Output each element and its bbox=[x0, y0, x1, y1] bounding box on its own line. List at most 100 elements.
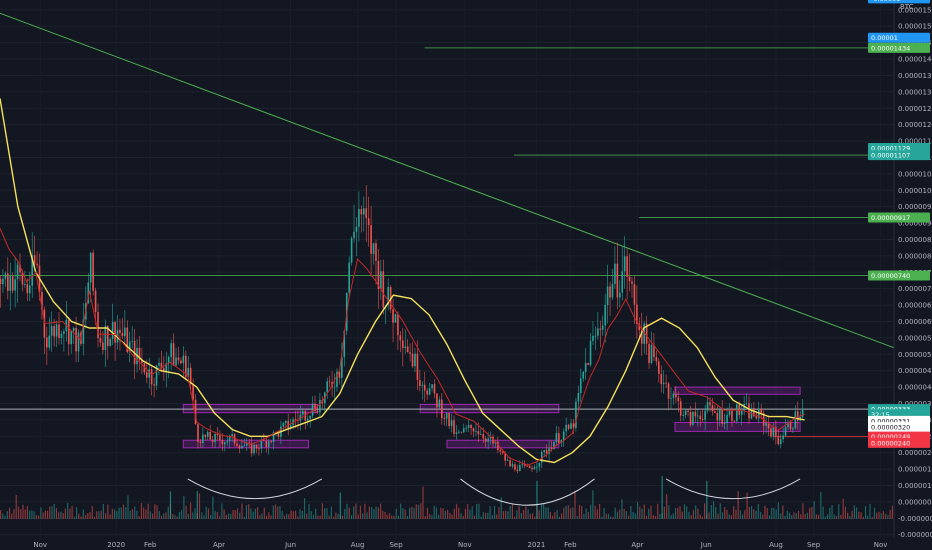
volume-bar bbox=[630, 506, 632, 519]
volume-bar bbox=[889, 509, 891, 519]
candle-body bbox=[282, 423, 285, 427]
volume-bar bbox=[308, 504, 310, 519]
volume-bar bbox=[543, 504, 545, 519]
candle-body bbox=[616, 263, 619, 298]
volume-bar bbox=[719, 503, 721, 519]
volume-bar bbox=[350, 515, 353, 519]
candle-body bbox=[372, 243, 375, 255]
candle-body bbox=[153, 384, 155, 386]
volume-bar bbox=[13, 509, 15, 519]
time-tick-label: Jun bbox=[700, 541, 712, 549]
candle-body bbox=[709, 402, 711, 406]
chart[interactable]: BTC 0.000015500.000015000.000014500.0000… bbox=[0, 0, 932, 550]
volume-bar bbox=[563, 507, 565, 519]
volume-bar bbox=[265, 515, 268, 519]
volume-bar bbox=[527, 509, 529, 519]
volume-bar bbox=[22, 504, 24, 519]
volume-bar bbox=[250, 508, 252, 519]
candle-body bbox=[536, 466, 538, 468]
candle-body bbox=[733, 420, 736, 422]
volume-bar bbox=[80, 516, 82, 519]
volume-bar bbox=[317, 515, 319, 519]
price-tag-label: 0.00001434 bbox=[871, 44, 910, 52]
candle-body bbox=[121, 332, 124, 337]
candle-body bbox=[104, 325, 107, 351]
volume-bar bbox=[409, 507, 411, 519]
candle-body bbox=[7, 273, 9, 291]
volume-bar bbox=[395, 508, 397, 519]
volume-bar bbox=[337, 513, 339, 519]
candle-body bbox=[445, 413, 448, 419]
volume-bar bbox=[724, 507, 726, 519]
volume-bar bbox=[605, 513, 607, 519]
candle-body bbox=[453, 420, 455, 434]
volume-bar bbox=[663, 506, 665, 519]
volume-bar bbox=[391, 515, 393, 519]
volume-bar bbox=[2, 513, 4, 519]
volume-bar bbox=[143, 507, 145, 519]
candle-body bbox=[236, 443, 238, 446]
candle-body bbox=[599, 328, 602, 330]
volume-bar bbox=[791, 515, 793, 519]
volume-bar bbox=[746, 492, 748, 519]
price-tick-label: 0.00000800 bbox=[898, 252, 932, 260]
volume-bar bbox=[53, 503, 55, 519]
candle-body bbox=[677, 397, 680, 402]
volume-bar bbox=[603, 508, 605, 519]
volume-bar bbox=[619, 509, 621, 519]
time-axis-panel[interactable] bbox=[0, 538, 894, 550]
candle-body bbox=[206, 431, 209, 437]
volume-bar bbox=[131, 509, 134, 519]
volume-bar bbox=[268, 512, 270, 519]
candle-body bbox=[794, 411, 797, 429]
candle-body bbox=[46, 337, 48, 348]
volume-bar bbox=[659, 514, 661, 519]
candle-body bbox=[699, 415, 702, 420]
candle-body bbox=[611, 283, 614, 298]
candle-body bbox=[475, 431, 477, 432]
candle-body bbox=[182, 355, 185, 364]
candle-body bbox=[358, 209, 360, 227]
volume-bar bbox=[105, 513, 107, 519]
volume-bar bbox=[158, 511, 160, 519]
price-tick-label: 0.00000100 bbox=[898, 482, 932, 490]
candle-body bbox=[484, 438, 487, 442]
volume-bar bbox=[842, 498, 844, 519]
time-tick-label: Feb bbox=[144, 541, 157, 549]
volume-bar bbox=[353, 506, 355, 519]
volume-bar bbox=[15, 494, 17, 519]
candle-body bbox=[501, 451, 504, 454]
price-tick-label: 0.00000050 bbox=[898, 498, 932, 506]
candle-body bbox=[394, 314, 397, 323]
candle-body bbox=[711, 405, 714, 412]
volume-bar bbox=[493, 505, 496, 519]
volume-bar bbox=[699, 514, 701, 519]
candle-body bbox=[89, 252, 92, 283]
volume-bar bbox=[11, 513, 13, 519]
volume-bar bbox=[109, 514, 111, 519]
candle-body bbox=[565, 424, 567, 432]
volume-bar bbox=[755, 510, 757, 519]
volume-bar bbox=[422, 486, 424, 519]
candle-body bbox=[219, 434, 221, 441]
price-tick-label: 0.00001000 bbox=[898, 187, 932, 195]
volume-bar bbox=[891, 505, 893, 519]
candle-body bbox=[721, 409, 724, 424]
volume-bar bbox=[558, 516, 560, 519]
candle-body bbox=[414, 353, 416, 367]
volume-bar bbox=[274, 504, 277, 519]
volume-bar bbox=[185, 505, 187, 519]
volume-bar bbox=[489, 506, 491, 519]
volume-bar bbox=[136, 510, 138, 519]
volume-bar bbox=[590, 504, 592, 519]
volume-bar bbox=[33, 511, 35, 519]
volume-spike bbox=[169, 491, 172, 519]
candle-body bbox=[558, 433, 560, 443]
chart-canvas[interactable]: BTC 0.000015500.000015000.000014500.0000… bbox=[0, 0, 932, 550]
price-tag-label: -0.00001 bbox=[871, 0, 900, 3]
volume-bar bbox=[254, 508, 256, 519]
volume-bar bbox=[73, 516, 75, 519]
candle-body bbox=[248, 442, 250, 444]
volume-bar bbox=[438, 514, 440, 519]
candle-body bbox=[706, 402, 709, 411]
